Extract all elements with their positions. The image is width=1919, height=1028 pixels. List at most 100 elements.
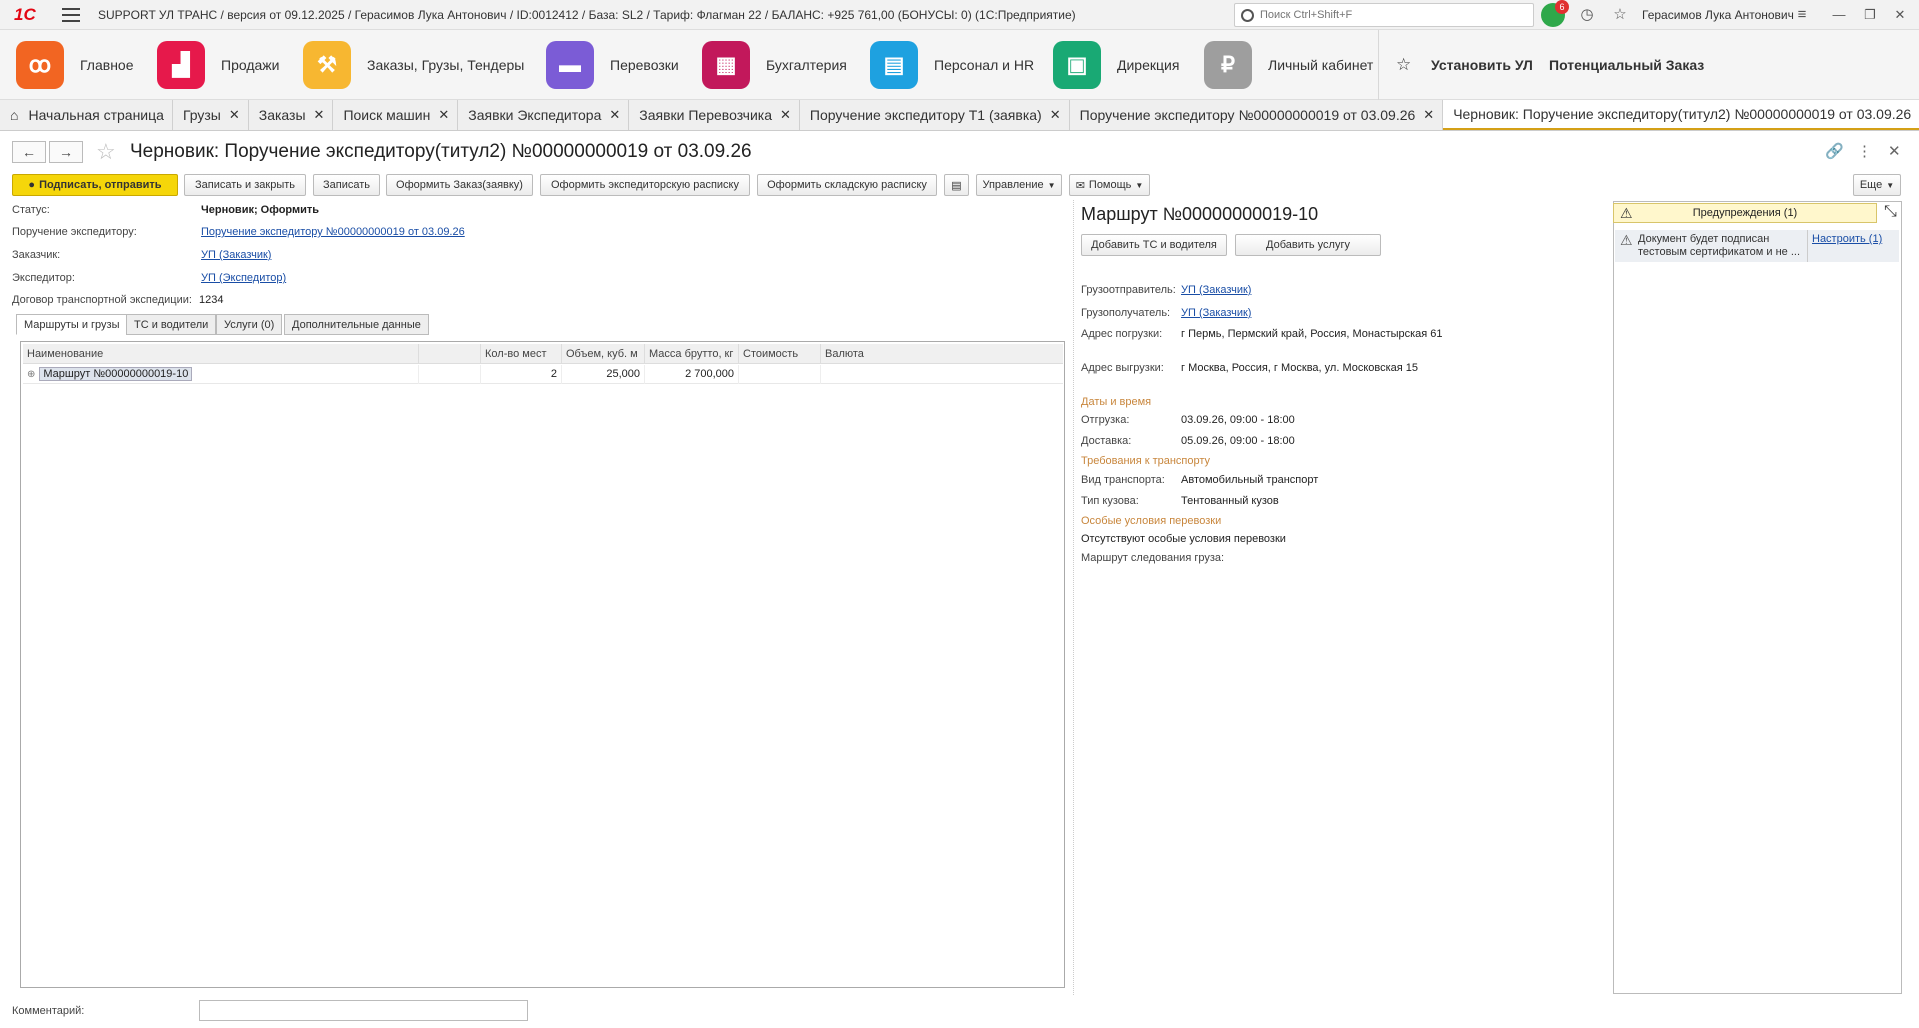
tab-orders[interactable]: Заказы ✕ [249,100,334,130]
save-button[interactable]: Записать [313,174,380,196]
warehouse-receipt-button[interactable]: Оформить складскую расписку [757,174,937,196]
document-title: Черновик: Поручение экспедитору(титул2) … [130,141,752,162]
tab-label: Заказы [258,107,306,123]
column-header[interactable]: Масса брутто, кг [645,344,739,364]
column-header[interactable]: Стоимость [739,344,821,364]
column-header[interactable] [419,344,481,364]
close-tab-icon[interactable]: ✕ [1423,107,1434,123]
close-tab-icon[interactable]: ✕ [438,107,449,123]
global-search[interactable] [1234,3,1534,27]
warnings-header[interactable]: ⚠ Предупреждения (1) [1613,203,1877,223]
column-header[interactable]: Кол-во мест [481,344,562,364]
body-type-label: Тип кузова: [1081,495,1139,507]
sign-send-button[interactable]: ● Подписать, отправить [12,174,178,196]
section-transport[interactable]: ▬ Перевозки [546,30,679,100]
divider [1807,230,1808,262]
favorite-star-icon[interactable]: ☆ [1396,30,1411,100]
customer-link[interactable]: УП (Заказчик) [201,249,271,261]
title-bar: 1С SUPPORT УЛ ТРАНС / версия от 09.12.20… [0,0,1919,30]
tab-vehicle-search[interactable]: Поиск машин ✕ [333,100,459,130]
forward-button[interactable]: → [49,141,83,163]
button-label: Управление [982,179,1044,191]
table-row[interactable]: ⊕ Маршрут №00000000019-10 2 25,000 2 700,… [23,365,1063,384]
menu-icon[interactable] [62,7,80,22]
current-user[interactable]: Герасимов Лука Антонович [1642,8,1794,22]
unload-address-value: г Москва, Россия, г Москва, ул. Московск… [1181,362,1419,374]
tab-services[interactable]: Услуги (0) [216,314,283,335]
close-tab-icon[interactable]: ✕ [1050,107,1061,123]
forwarder-link[interactable]: УП (Экспедитор) [201,272,286,284]
column-header[interactable]: Валюта [821,344,1063,364]
section-sales[interactable]: ▟ Продажи [157,30,279,100]
forwarder-receipt-button[interactable]: Оформить экспедиторскую расписку [540,174,750,196]
save-close-button[interactable]: Записать и закрыть [184,174,306,196]
help-dropdown[interactable]: ✉ Помощь ▼ [1069,174,1150,196]
close-tab-icon[interactable]: ✕ [229,107,240,123]
contract-label: Договор транспортной экспедиции: [12,294,192,306]
warning-item[interactable]: ⚠ Документ будет подписан тестовым серти… [1615,230,1899,262]
consignee-label: Грузополучатель: [1081,307,1171,319]
route-title: Маршрут №00000000019-10 [1081,204,1319,224]
volume-cell: 25,000 [562,365,645,384]
tab-vehicles-drivers[interactable]: ТС и водители [126,314,217,335]
tab-forwarder-order[interactable]: Поручение экспедитору №00000000019 от 03… [1070,100,1444,130]
column-header[interactable]: Наименование [23,344,419,364]
section-orders[interactable]: ⚒ Заказы, Грузы, Тендеры [303,30,524,100]
chevron-down-icon: ▼ [1886,180,1895,190]
tab-cargo[interactable]: Грузы ✕ [173,100,249,130]
consignee-link[interactable]: УП (Заказчик) [1181,307,1251,319]
section-label: Дирекция [1117,56,1180,73]
customer-label: Заказчик: [12,249,61,261]
tab-carrier-requests[interactable]: Заявки Перевозчика ✕ [629,100,800,130]
tab-draft-order[interactable]: Черновик: Поручение экспедитору(титул2) … [1443,100,1919,130]
close-document-icon[interactable]: ✕ [1888,142,1901,160]
link-icon[interactable]: 🔗 [1825,142,1844,160]
close-tab-icon[interactable]: ✕ [609,107,620,123]
report-icon[interactable]: ▤ [944,174,969,196]
order-link[interactable]: Поручение экспедитору №00000000019 от 03… [201,226,465,238]
tab-label: Черновик: Поручение экспедитору(титул2) … [1453,106,1912,122]
section-management[interactable]: ▣ Дирекция [1053,30,1179,100]
section-main[interactable]: ꝏ Главное [16,30,134,100]
close-tab-icon[interactable]: ✕ [780,107,791,123]
minimize-icon[interactable]: — [1829,5,1849,25]
tab-home[interactable]: ⌂ Начальная страница [0,100,173,130]
shipper-link[interactable]: УП (Заказчик) [1181,284,1251,296]
comment-field[interactable] [199,1000,528,1021]
add-service-button[interactable]: Добавить услугу [1235,234,1381,256]
potential-order-link[interactable]: Потенциальный Заказ [1549,30,1704,100]
section-accounting[interactable]: ▦ Бухгалтерия [702,30,847,100]
tab-additional-data[interactable]: Дополнительные данные [284,314,429,335]
collapse-icon[interactable]: ⤡ [1884,203,1897,221]
add-vehicle-button[interactable]: Добавить ТС и водителя [1081,234,1227,256]
conditions-value: Отсутствуют особые условия перевозки [1081,533,1286,545]
column-header[interactable]: Объем, куб. м [562,344,645,364]
section-hr[interactable]: ▤ Персонал и HR [870,30,1034,100]
tab-forwarder-order-t1[interactable]: Поручение экспедитору Т1 (заявка) ✕ [800,100,1070,130]
favorites-star-icon[interactable]: ☆ [1611,6,1629,24]
more-vertical-icon[interactable]: ⋮ [1857,142,1872,160]
favorite-star-icon[interactable]: ☆ [96,139,116,165]
history-icon[interactable]: ◷ [1578,6,1596,24]
warning-icon: ⚠ [1620,232,1633,248]
install-ul-link[interactable]: Установить УЛ [1431,30,1533,100]
search-input[interactable] [1260,9,1520,21]
tab-routes-cargo[interactable]: Маршруты и грузы [16,314,128,335]
restore-icon[interactable]: ❐ [1860,5,1880,25]
section-label: Заказы, Грузы, Тендеры [367,56,525,73]
manage-dropdown[interactable]: Управление ▼ [976,174,1062,196]
close-window-icon[interactable]: ✕ [1890,5,1910,25]
notifications-icon[interactable]: 6 [1541,0,1569,27]
settings-menu-icon[interactable]: ≡ [1793,6,1811,24]
currency-cell [821,365,1063,384]
tab-label: Грузы [182,107,221,123]
tab-forwarder-requests[interactable]: Заявки Экспедитора ✕ [458,100,630,130]
expand-icon[interactable]: ⊕ [27,369,35,380]
more-dropdown[interactable]: Еще ▼ [1853,174,1901,196]
create-order-button[interactable]: Оформить Заказ(заявку) [386,174,533,196]
section-cabinet[interactable]: ₽ Личный кабинет [1204,30,1373,100]
tab-label: Заявки Перевозчика [639,107,772,123]
close-tab-icon[interactable]: ✕ [314,107,325,123]
back-button[interactable]: ← [12,141,46,163]
configure-link[interactable]: Настроить (1) [1812,233,1882,245]
